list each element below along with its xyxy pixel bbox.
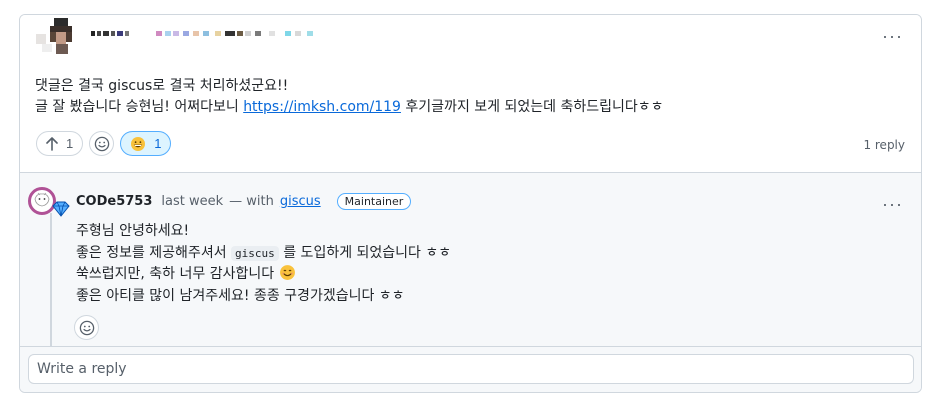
smiling-face-icon [279, 265, 295, 280]
reply-time[interactable]: last week [161, 194, 223, 209]
reply-text: 를 도입하게 되었습니다 ㅎㅎ [278, 244, 452, 261]
reply-author[interactable]: CODe5753 [76, 194, 152, 209]
arrow-up-icon [46, 136, 58, 151]
top-comment: ··· 댓글은 결국 giscus로 결국 처리하셨군요!! 글 잘 봤습니다 … [20, 15, 921, 171]
reply-line: 주형님 안녕하세요! [76, 223, 190, 239]
reply-header: CODe5753 last week — with giscus Maintai… [76, 193, 412, 210]
inline-code: giscus [231, 245, 279, 261]
thread-line [50, 213, 52, 347]
add-reaction-button[interactable] [89, 131, 115, 156]
reply-body: 주형님 안녕하세요! 좋은 정보를 제공해주셔서 giscus 를 도입하게 되… [76, 221, 451, 307]
reply-line: 쑥쓰럽지만, 축하 너무 감사합니다 [76, 264, 451, 286]
reply-input-bar [20, 346, 921, 392]
reply-line: 좋은 정보를 제공해주셔서 giscus 를 도입하게 되었습니다 ㅎㅎ [76, 243, 451, 265]
reply-text: 좋은 정보를 제공해주셔서 [76, 244, 232, 261]
upvote-button[interactable]: 1 [36, 131, 84, 156]
comment-link[interactable]: https://imksh.com/119 [243, 99, 401, 115]
smiley-icon [94, 136, 109, 151]
comment-line: 글 잘 봤습니다 승현님! 어쩌다보니 https://imksh.com/11… [35, 97, 664, 118]
reply-more-options-icon[interactable]: ··· [882, 195, 903, 213]
comment-text: 후기글까지 보게 되었는데 축하드립니다ㅎㅎ [400, 99, 664, 115]
reply-add-reaction-button[interactable] [74, 315, 99, 340]
reply-text: 쑥쓰럽지만, 축하 너무 감사합니다 [76, 266, 279, 282]
upvote-count: 1 [66, 136, 74, 151]
smiley-icon [79, 320, 94, 335]
grinning-face-icon [131, 136, 146, 151]
reply-count: 1 reply [863, 138, 905, 152]
comment-line: 댓글은 결국 giscus로 결국 처리하셨군요!! [35, 78, 289, 94]
comment-body: 댓글은 결국 giscus로 결국 처리하셨군요!! 글 잘 봤습니다 승현님!… [35, 76, 664, 118]
comment-actions: 1 1 [36, 131, 172, 156]
author-name-redacted [91, 31, 321, 37]
maintainer-badge: Maintainer [336, 193, 412, 210]
gem-icon [52, 201, 70, 217]
reply-with-text: — with [229, 194, 274, 209]
reply-input[interactable] [28, 354, 914, 384]
reply-comment: CODe5753 last week — with giscus Maintai… [20, 172, 921, 347]
more-options-icon[interactable]: ··· [882, 27, 903, 45]
reply-line: 좋은 아티클 많이 남겨주세요! 종종 구경가겠습니다 ㅎㅎ [76, 287, 405, 304]
avatar[interactable] [36, 18, 72, 54]
giscus-link[interactable]: giscus [280, 194, 321, 209]
reaction-grinning-button[interactable]: 1 [120, 131, 172, 156]
discussion-comment-card: ··· 댓글은 결국 giscus로 결국 처리하셨군요!! 글 잘 봤습니다 … [19, 14, 922, 393]
reaction-count: 1 [154, 136, 162, 151]
comment-text: 글 잘 봤습니다 승현님! 어쩌다보니 [35, 99, 244, 115]
avatar-image [34, 192, 50, 207]
